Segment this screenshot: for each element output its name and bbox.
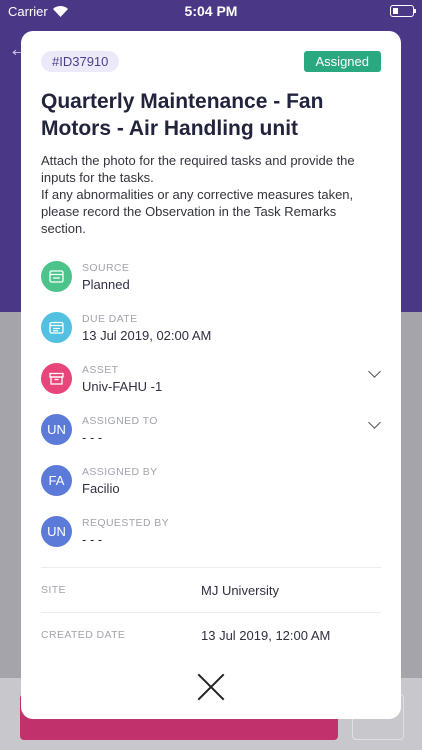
detail-value: 13 Jul 2019, 12:00 AM [201,627,331,643]
avatar: UN [41,414,72,445]
status-time: 5:04 PM [184,3,238,19]
avatar: FA [41,465,72,496]
detail-label: SITE [41,584,66,596]
field-source: SOURCE Planned [41,251,381,302]
carrier-label: Carrier [8,3,48,19]
field-value: 13 Jul 2019, 02:00 AM [82,327,212,343]
chevron-down-icon[interactable] [368,365,381,378]
detail-created-date: CREATED DATE 13 Jul 2019, 12:00 AM [41,612,381,657]
field-asset[interactable]: ASSET Univ-FAHU -1 [41,353,381,404]
field-label: ASSIGNED BY [82,465,158,478]
task-summary-modal: #ID37910 Assigned Quarterly Maintenance … [21,31,401,719]
wifi-icon [52,5,68,17]
calendar-icon [41,312,72,343]
task-title: Quarterly Maintenance - Fan Motors - Air… [41,90,324,140]
detail-site: SITE MJ University [41,567,381,612]
task-description: Attach the photo for the required tasks … [41,153,355,236]
field-label: DUE DATE [82,312,138,325]
field-label: SOURCE [82,261,130,274]
field-value: Facilio [82,480,120,496]
detail-value: MJ University [201,582,280,598]
field-value: Univ-FAHU -1 [82,378,163,394]
status-bar: Carrier 5:04 PM [0,0,422,22]
source-icon [41,261,72,292]
field-label: ASSIGNED TO [82,414,158,427]
field-label: ASSET [82,363,119,376]
status-badge: Assigned [303,51,381,72]
field-label: REQUESTED BY [82,516,170,529]
task-id-badge: #ID37910 [41,51,120,72]
asset-icon [41,363,72,394]
field-value: Planned [82,276,130,292]
field-value: - - - [82,531,103,547]
close-icon[interactable] [197,673,225,701]
field-due-date: DUE DATE 13 Jul 2019, 02:00 AM [41,302,381,353]
detail-label: CREATED DATE [41,629,126,641]
chevron-down-icon[interactable] [368,416,381,429]
avatar: UN [41,516,72,547]
field-assigned-to[interactable]: UN ASSIGNED TO - - - [41,404,381,455]
field-value: - - - [82,429,103,445]
field-requested-by: UN REQUESTED BY - - - [41,506,381,557]
field-assigned-by: FA ASSIGNED BY Facilio [41,455,381,506]
battery-icon [390,5,416,17]
